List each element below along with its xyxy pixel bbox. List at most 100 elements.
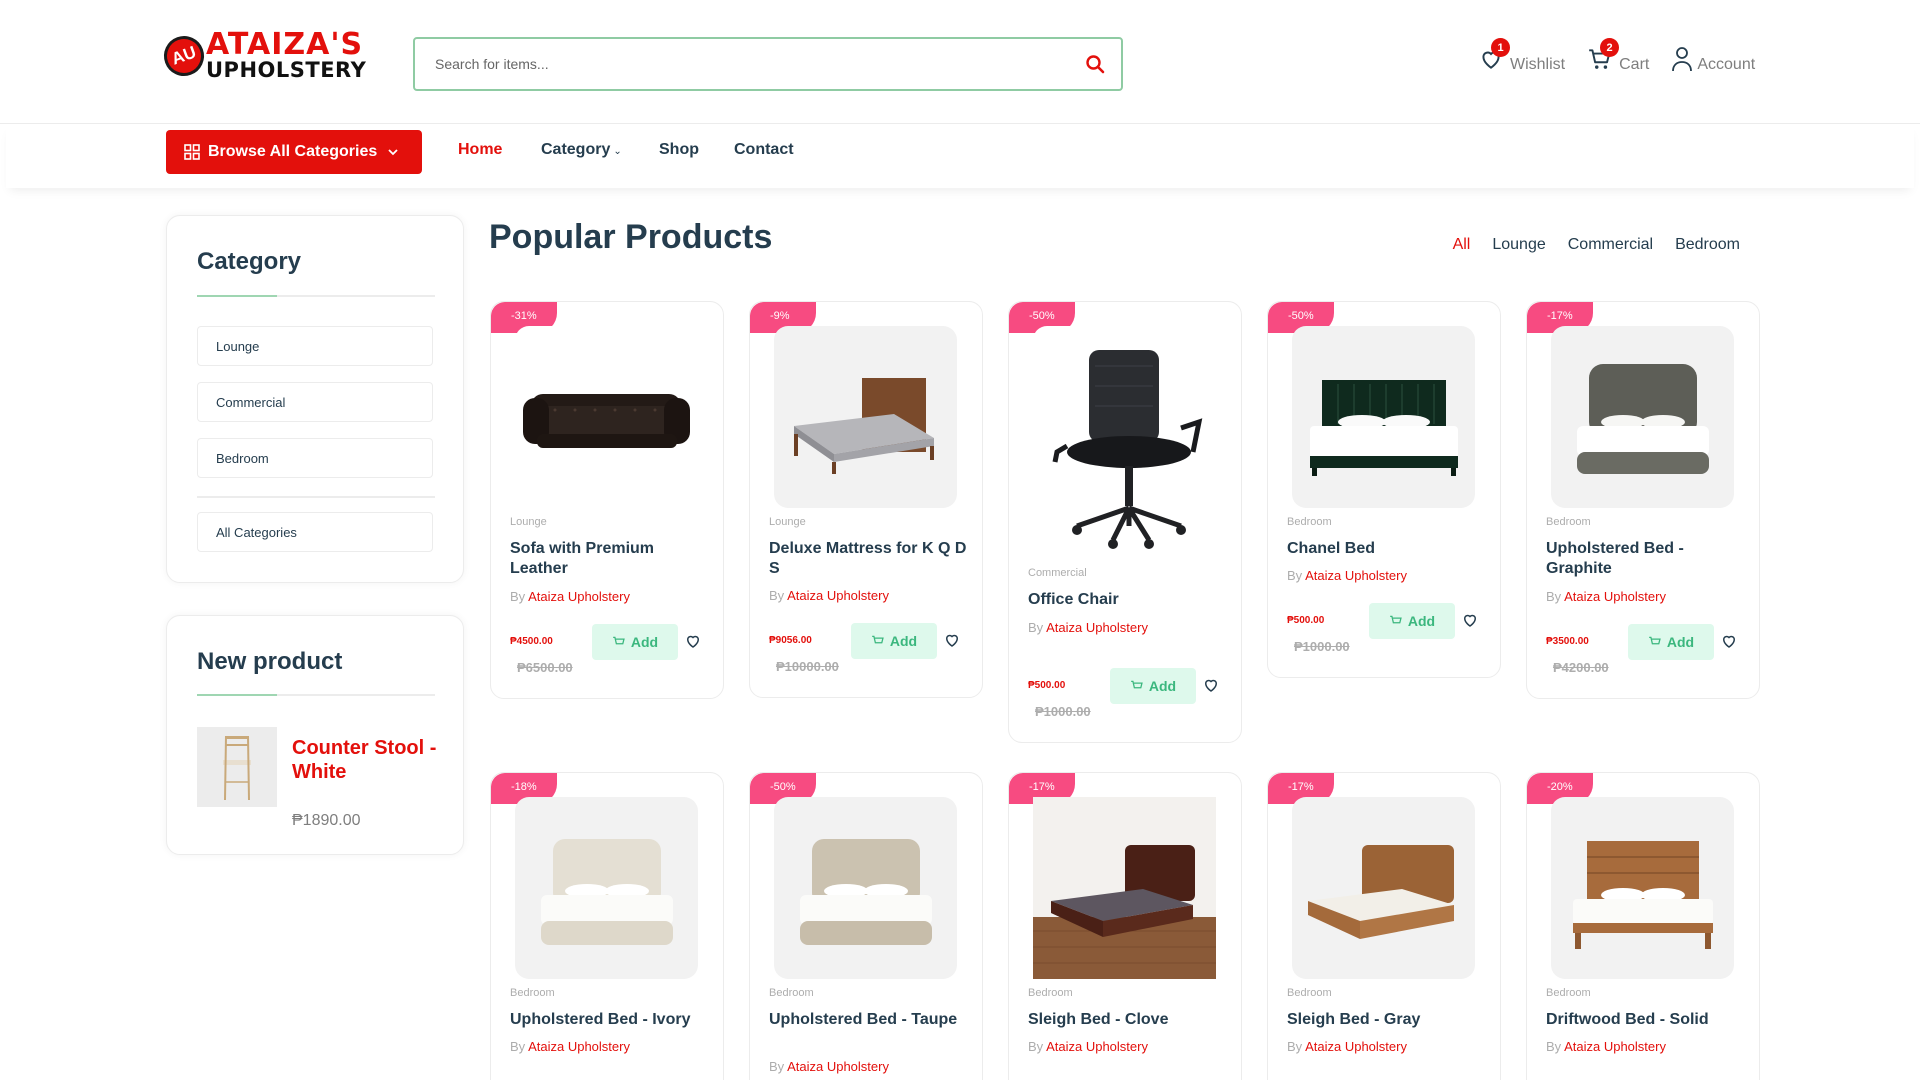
title-divider [197,295,435,297]
product-name[interactable]: Sofa with Premium Leather [510,539,710,579]
category-item-lounge[interactable]: Lounge [197,326,433,366]
wishlist-label: Wishlist [1510,56,1566,73]
product-name[interactable]: Sleigh Bed - Clove [1028,1010,1228,1030]
wishlist-link[interactable]: 1 Wishlist [1478,38,1566,74]
product-category: Bedroom [1287,516,1332,528]
bed-image [1308,845,1454,939]
bed-image [1577,364,1709,474]
account-link[interactable]: Account [1671,46,1755,74]
heart-icon[interactable] [1202,676,1220,694]
product-card[interactable]: -50% Bedroom Chanel Bed By Ataiza Uphols… [1267,301,1501,678]
filter-lounge[interactable]: Lounge [1492,236,1545,254]
logo[interactable]: AU ATAIZA'S UPHOLSTERY [158,27,366,82]
product-category: Bedroom [1546,516,1591,528]
product-image[interactable] [774,797,957,979]
bed-image [541,839,673,945]
add-to-cart-button[interactable]: Add [851,623,937,659]
product-image[interactable] [1292,326,1475,508]
cart-label: Cart [1619,56,1650,73]
product-card[interactable]: -18% Bedroom Upholstered Bed - Ivory By … [490,772,724,1080]
bed-image [794,378,934,474]
product-card[interactable]: -9% Lounge Deluxe Mattress for K Q D S B… [749,301,983,698]
category-item-commercial[interactable]: Commercial [197,382,433,422]
bed-image [800,839,932,945]
divider [197,496,435,498]
product-card[interactable]: -50% Bedroom Upholstered Bed - Taupe By … [749,772,983,1080]
new-product-image[interactable] [197,727,277,807]
product-category: Bedroom [510,987,555,999]
add-to-cart-button[interactable]: Add [1369,603,1455,639]
category-widget-title: Category [197,248,302,275]
product-category: Bedroom [1546,987,1591,999]
wishlist-count-badge: 1 [1491,38,1510,57]
product-card[interactable]: -50% Commercial Office Chair By Ataiza U… [1008,301,1242,743]
product-name[interactable]: Sleigh Bed - Gray [1287,1010,1487,1030]
product-price: ₱4500.00 [510,636,553,647]
product-image[interactable] [774,326,957,508]
product-price: ₱500.00 [1028,680,1066,691]
user-icon [1672,47,1693,72]
product-card[interactable]: -31% Lounge Sofa with Premium Leather By… [490,301,724,699]
office-chair-image [1052,350,1203,549]
cart-icon [1390,615,1402,624]
nav-shop[interactable]: Shop [659,141,699,159]
product-old-price: ₱6500.00 [517,660,573,675]
search-input[interactable] [435,56,1069,72]
product-name[interactable]: Driftwood Bed - Solid [1546,1010,1746,1030]
heart-icon[interactable] [684,632,702,650]
product-image[interactable] [515,326,698,508]
product-image[interactable] [1033,797,1216,979]
add-to-cart-button[interactable]: Add [592,624,678,660]
sofa-image [523,394,690,448]
product-name[interactable]: Chanel Bed [1287,539,1487,559]
new-product-price: ₱1890.00 [292,812,361,829]
product-category: Lounge [769,516,806,528]
nav-home[interactable]: Home [458,141,502,159]
product-card[interactable]: -17% Bedroom Upholstered Bed - Graphite … [1526,301,1760,699]
browse-categories-label: Browse All Categories [208,143,378,160]
product-image[interactable] [1551,326,1734,508]
product-price: ₱3500.00 [1546,636,1589,647]
product-vendor: By Ataiza Upholstery [769,1059,889,1074]
product-name[interactable]: Deluxe Mattress for K Q D S [769,539,969,579]
product-card[interactable]: -20% Bedroom Driftwood Bed - Solid By At… [1526,772,1760,1080]
heart-icon[interactable] [1720,632,1738,650]
product-name[interactable]: Upholstered Bed - Ivory [510,1010,710,1030]
product-vendor: By Ataiza Upholstery [1287,568,1407,583]
new-product-name[interactable]: Counter Stool - White [292,736,442,784]
product-card[interactable]: -17% Bedroom Sleigh Bed - Gray By Ataiza… [1267,772,1501,1080]
cart-icon [1131,680,1143,689]
logo-line1: ATAIZA'S [206,27,364,62]
category-item-all[interactable]: All Categories [197,512,433,552]
add-to-cart-button[interactable]: Add [1628,624,1714,660]
product-category: Lounge [510,516,547,528]
product-vendor: By Ataiza Upholstery [1028,620,1148,635]
header: AU ATAIZA'S UPHOLSTERY 1 Wishlist [0,0,1920,124]
filter-bedroom[interactable]: Bedroom [1675,236,1740,254]
account-label: Account [1697,56,1756,73]
heart-icon[interactable] [1461,611,1479,629]
product-name[interactable]: Upholstered Bed - Graphite [1546,539,1746,579]
product-vendor: By Ataiza Upholstery [1287,1039,1407,1054]
cart-icon [872,635,884,644]
chevron-down-icon: ⌄ [613,146,622,157]
category-item-bedroom[interactable]: Bedroom [197,438,433,478]
add-to-cart-button[interactable]: Add [1110,668,1196,704]
new-product-title: New product [197,648,343,675]
cart-link[interactable]: 2 Cart [1587,38,1650,74]
nav-category[interactable]: Category ⌄ [541,141,622,159]
filter-commercial[interactable]: Commercial [1568,236,1653,254]
product-name[interactable]: Upholstered Bed - Taupe [769,1010,969,1030]
filter-all[interactable]: All [1453,236,1471,254]
bed-image [1310,380,1458,476]
product-image[interactable] [1292,797,1475,979]
nav-contact[interactable]: Contact [734,141,794,159]
browse-categories-button[interactable]: Browse All Categories [166,130,422,174]
product-image[interactable] [1033,326,1216,558]
product-image[interactable] [515,797,698,979]
product-card[interactable]: -17% Bedroom Sleigh Bed - Clove By Ataiz… [1008,772,1242,1080]
heart-icon[interactable] [943,631,961,649]
search-button[interactable] [1069,39,1121,89]
product-name[interactable]: Office Chair [1028,590,1228,610]
product-image[interactable] [1551,797,1734,979]
